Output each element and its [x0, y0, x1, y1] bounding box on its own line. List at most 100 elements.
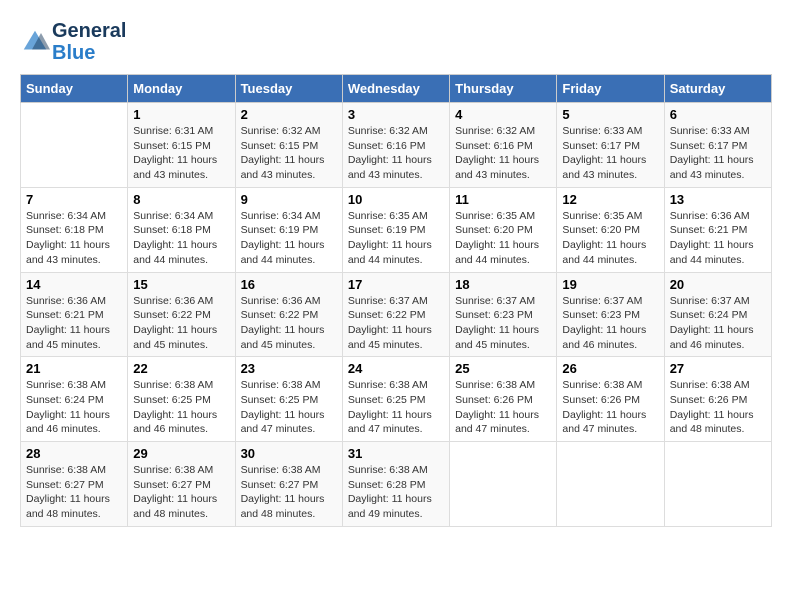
- daylight-label: Daylight: 11 hours and 48 minutes.: [241, 493, 325, 520]
- sunset-label: Sunset: 6:28 PM: [348, 479, 426, 491]
- sunrise-label: Sunrise: 6:36 AM: [26, 295, 106, 307]
- day-number: 12: [562, 192, 658, 207]
- day-number: 2: [241, 107, 337, 122]
- day-info: Sunrise: 6:37 AM Sunset: 6:23 PM Dayligh…: [455, 294, 551, 353]
- day-info: Sunrise: 6:35 AM Sunset: 6:20 PM Dayligh…: [455, 209, 551, 268]
- sunset-label: Sunset: 6:19 PM: [241, 224, 319, 236]
- daylight-label: Daylight: 11 hours and 45 minutes.: [348, 324, 432, 351]
- weekday-header: Sunday: [21, 75, 128, 103]
- day-info: Sunrise: 6:35 AM Sunset: 6:20 PM Dayligh…: [562, 209, 658, 268]
- sunrise-label: Sunrise: 6:34 AM: [133, 210, 213, 222]
- daylight-label: Daylight: 11 hours and 44 minutes.: [670, 239, 754, 266]
- sunset-label: Sunset: 6:19 PM: [348, 224, 426, 236]
- daylight-label: Daylight: 11 hours and 44 minutes.: [455, 239, 539, 266]
- sunset-label: Sunset: 6:22 PM: [133, 309, 211, 321]
- sunrise-label: Sunrise: 6:38 AM: [241, 464, 321, 476]
- calendar-cell: 7 Sunrise: 6:34 AM Sunset: 6:18 PM Dayli…: [21, 187, 128, 272]
- sunset-label: Sunset: 6:25 PM: [348, 394, 426, 406]
- daylight-label: Daylight: 11 hours and 43 minutes.: [562, 154, 646, 181]
- sunrise-label: Sunrise: 6:38 AM: [26, 464, 106, 476]
- day-info: Sunrise: 6:37 AM Sunset: 6:24 PM Dayligh…: [670, 294, 766, 353]
- sunset-label: Sunset: 6:18 PM: [133, 224, 211, 236]
- sunset-label: Sunset: 6:22 PM: [348, 309, 426, 321]
- sunrise-label: Sunrise: 6:36 AM: [133, 295, 213, 307]
- sunset-label: Sunset: 6:25 PM: [133, 394, 211, 406]
- daylight-label: Daylight: 11 hours and 44 minutes.: [562, 239, 646, 266]
- calendar-cell: 27 Sunrise: 6:38 AM Sunset: 6:26 PM Dayl…: [664, 357, 771, 442]
- calendar-cell: 2 Sunrise: 6:32 AM Sunset: 6:15 PM Dayli…: [235, 103, 342, 188]
- sunset-label: Sunset: 6:16 PM: [455, 140, 533, 152]
- daylight-label: Daylight: 11 hours and 43 minutes.: [670, 154, 754, 181]
- day-number: 29: [133, 446, 229, 461]
- daylight-label: Daylight: 11 hours and 43 minutes.: [241, 154, 325, 181]
- calendar-cell: 26 Sunrise: 6:38 AM Sunset: 6:26 PM Dayl…: [557, 357, 664, 442]
- day-number: 4: [455, 107, 551, 122]
- calendar-cell: 18 Sunrise: 6:37 AM Sunset: 6:23 PM Dayl…: [450, 272, 557, 357]
- day-info: Sunrise: 6:36 AM Sunset: 6:22 PM Dayligh…: [133, 294, 229, 353]
- calendar-cell: 21 Sunrise: 6:38 AM Sunset: 6:24 PM Dayl…: [21, 357, 128, 442]
- sunset-label: Sunset: 6:26 PM: [562, 394, 640, 406]
- day-number: 5: [562, 107, 658, 122]
- logo-line1: General: [52, 20, 126, 42]
- sunrise-label: Sunrise: 6:38 AM: [670, 379, 750, 391]
- day-number: 31: [348, 446, 444, 461]
- sunrise-label: Sunrise: 6:33 AM: [670, 125, 750, 137]
- sunrise-label: Sunrise: 6:38 AM: [562, 379, 642, 391]
- sunset-label: Sunset: 6:20 PM: [562, 224, 640, 236]
- sunrise-label: Sunrise: 6:31 AM: [133, 125, 213, 137]
- daylight-label: Daylight: 11 hours and 46 minutes.: [562, 324, 646, 351]
- calendar-week-row: 14 Sunrise: 6:36 AM Sunset: 6:21 PM Dayl…: [21, 272, 772, 357]
- day-info: Sunrise: 6:34 AM Sunset: 6:18 PM Dayligh…: [133, 209, 229, 268]
- calendar-week-row: 21 Sunrise: 6:38 AM Sunset: 6:24 PM Dayl…: [21, 357, 772, 442]
- sunset-label: Sunset: 6:17 PM: [562, 140, 640, 152]
- sunrise-label: Sunrise: 6:35 AM: [348, 210, 428, 222]
- day-info: Sunrise: 6:38 AM Sunset: 6:28 PM Dayligh…: [348, 463, 444, 522]
- sunset-label: Sunset: 6:17 PM: [670, 140, 748, 152]
- sunset-label: Sunset: 6:24 PM: [26, 394, 104, 406]
- day-number: 20: [670, 277, 766, 292]
- day-number: 25: [455, 361, 551, 376]
- calendar-cell: 19 Sunrise: 6:37 AM Sunset: 6:23 PM Dayl…: [557, 272, 664, 357]
- daylight-label: Daylight: 11 hours and 45 minutes.: [26, 324, 110, 351]
- sunset-label: Sunset: 6:15 PM: [133, 140, 211, 152]
- sunrise-label: Sunrise: 6:34 AM: [26, 210, 106, 222]
- sunrise-label: Sunrise: 6:38 AM: [133, 379, 213, 391]
- day-info: Sunrise: 6:32 AM Sunset: 6:16 PM Dayligh…: [455, 124, 551, 183]
- day-info: Sunrise: 6:34 AM Sunset: 6:19 PM Dayligh…: [241, 209, 337, 268]
- sunrise-label: Sunrise: 6:32 AM: [348, 125, 428, 137]
- calendar-cell: 23 Sunrise: 6:38 AM Sunset: 6:25 PM Dayl…: [235, 357, 342, 442]
- sunset-label: Sunset: 6:18 PM: [26, 224, 104, 236]
- day-number: 18: [455, 277, 551, 292]
- day-number: 28: [26, 446, 122, 461]
- day-info: Sunrise: 6:31 AM Sunset: 6:15 PM Dayligh…: [133, 124, 229, 183]
- calendar-week-row: 28 Sunrise: 6:38 AM Sunset: 6:27 PM Dayl…: [21, 442, 772, 527]
- calendar-cell: [450, 442, 557, 527]
- calendar-cell: 31 Sunrise: 6:38 AM Sunset: 6:28 PM Dayl…: [342, 442, 449, 527]
- day-info: Sunrise: 6:32 AM Sunset: 6:16 PM Dayligh…: [348, 124, 444, 183]
- daylight-label: Daylight: 11 hours and 47 minutes.: [348, 409, 432, 436]
- calendar-cell: [21, 103, 128, 188]
- day-number: 22: [133, 361, 229, 376]
- sunrise-label: Sunrise: 6:34 AM: [241, 210, 321, 222]
- daylight-label: Daylight: 11 hours and 43 minutes.: [26, 239, 110, 266]
- logo-line2: Blue: [52, 42, 126, 64]
- daylight-label: Daylight: 11 hours and 45 minutes.: [241, 324, 325, 351]
- day-number: 10: [348, 192, 444, 207]
- day-number: 30: [241, 446, 337, 461]
- calendar-cell: 1 Sunrise: 6:31 AM Sunset: 6:15 PM Dayli…: [128, 103, 235, 188]
- daylight-label: Daylight: 11 hours and 47 minutes.: [455, 409, 539, 436]
- sunset-label: Sunset: 6:23 PM: [455, 309, 533, 321]
- page-header: General Blue: [20, 20, 772, 64]
- day-number: 27: [670, 361, 766, 376]
- day-number: 9: [241, 192, 337, 207]
- day-number: 21: [26, 361, 122, 376]
- day-info: Sunrise: 6:38 AM Sunset: 6:27 PM Dayligh…: [241, 463, 337, 522]
- daylight-label: Daylight: 11 hours and 44 minutes.: [133, 239, 217, 266]
- calendar-week-row: 7 Sunrise: 6:34 AM Sunset: 6:18 PM Dayli…: [21, 187, 772, 272]
- sunrise-label: Sunrise: 6:36 AM: [670, 210, 750, 222]
- sunrise-label: Sunrise: 6:38 AM: [133, 464, 213, 476]
- day-info: Sunrise: 6:33 AM Sunset: 6:17 PM Dayligh…: [670, 124, 766, 183]
- daylight-label: Daylight: 11 hours and 47 minutes.: [562, 409, 646, 436]
- day-info: Sunrise: 6:32 AM Sunset: 6:15 PM Dayligh…: [241, 124, 337, 183]
- sunrise-label: Sunrise: 6:37 AM: [562, 295, 642, 307]
